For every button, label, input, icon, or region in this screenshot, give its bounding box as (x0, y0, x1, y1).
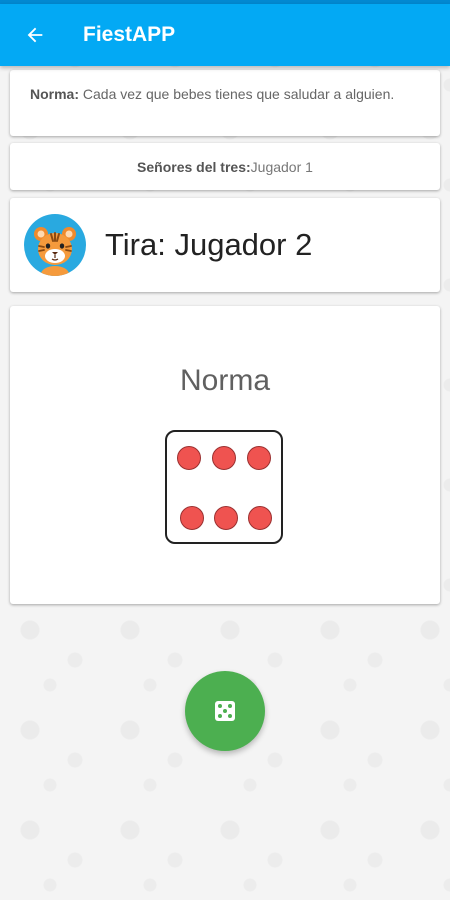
turn-card: Tira: Jugador 2 (10, 198, 440, 292)
back-button[interactable] (20, 20, 50, 50)
arrow-back-icon (27, 27, 43, 43)
app-bar: FiestAPP (0, 4, 450, 66)
dice-pip (180, 506, 204, 530)
tiger-avatar-icon (34, 227, 76, 276)
app-title: FiestAPP (83, 23, 176, 46)
dice-pip (214, 506, 238, 530)
dice-pip (247, 446, 271, 470)
group-label: Señores del tres: (137, 158, 251, 175)
dice-card: Norma (10, 306, 440, 604)
dice-pip (212, 446, 236, 470)
dice-icon (215, 701, 235, 721)
dice-pip (177, 446, 201, 470)
dice-player-name: Norma (179, 364, 270, 397)
rule-card: Norma: Cada vez que bebes tienes que sal… (10, 70, 440, 136)
group-value: Jugador 1 (250, 158, 313, 175)
turn-text: Tira: Jugador 2 (105, 227, 313, 262)
rule-player-label: Norma: (30, 86, 80, 102)
rule-text: Cada vez que bebes tienes que saludar a … (79, 86, 395, 102)
roll-dice-button[interactable] (185, 671, 265, 751)
avatar (24, 214, 86, 276)
group-card: Señores del tres: Jugador 1 (10, 143, 440, 190)
dice-face (165, 430, 283, 544)
dice-pip (248, 506, 272, 530)
